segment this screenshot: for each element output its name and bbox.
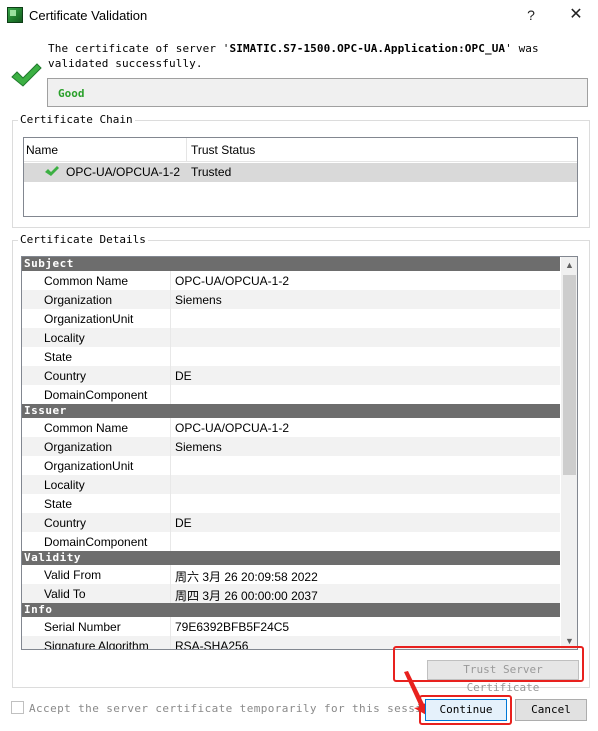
column-divider [170,271,171,290]
column-divider [170,494,171,513]
detail-key: Common Name [44,421,129,435]
check-icon [45,166,59,176]
column-divider[interactable] [186,138,187,162]
detail-row[interactable]: OrganizationUnit [22,456,560,475]
detail-row[interactable]: Country DE [22,513,560,532]
title-bar: Certificate Validation ? ✕ [0,0,598,32]
highlight-box-continue [419,695,512,725]
column-divider [170,418,171,437]
detail-key: Common Name [44,274,129,288]
detail-key: State [44,350,73,364]
detail-key: Serial Number [44,620,121,634]
result-text: Good [58,87,85,100]
detail-key: DomainComponent [44,388,148,402]
detail-key: DomainComponent [44,535,148,549]
window-title: Certificate Validation [29,8,148,23]
detail-key: Signature Algorithm [44,639,149,650]
detail-row[interactable]: DomainComponent [22,385,560,404]
column-name[interactable]: Name [26,143,58,157]
section-info: Info [22,603,560,617]
detail-value: Siemens [175,440,222,454]
detail-value: 79E6392BFB5F24C5 [175,620,290,634]
validated-check-icon [11,63,42,87]
column-divider [170,366,171,385]
detail-key: OrganizationUnit [44,459,134,473]
cancel-button[interactable]: Cancel [515,699,587,721]
detail-key: Country [44,369,87,383]
detail-row[interactable]: Locality [22,475,560,494]
column-divider [170,328,171,347]
detail-value: RSA-SHA256 [175,639,249,650]
detail-key: Locality [44,478,85,492]
message-prefix: The certificate of server ' [48,42,230,55]
detail-row[interactable]: Country DE [22,366,560,385]
scroll-up-icon[interactable]: ▲ [561,257,577,273]
detail-row[interactable]: OrganizationUnit [22,309,560,328]
close-button[interactable]: ✕ [562,4,590,26]
app-icon [7,7,23,23]
detail-key: Country [44,516,87,530]
column-divider [170,532,171,551]
chain-row-name: OPC-UA/OPCUA-1-2 [66,165,181,179]
detail-value: 周四 3月 26 00:00:00 2037 [175,589,318,603]
chain-table[interactable]: Name Trust Status OPC-UA/OPCUA-1-2 Trust… [23,137,578,217]
detail-key: Locality [44,331,85,345]
details-list[interactable]: Subject Common Name OPC-UA/OPCUA-1-2 Orga… [21,256,578,650]
column-divider [170,347,171,366]
detail-key: State [44,497,73,511]
column-divider [170,437,171,456]
detail-key: Valid To [44,587,86,601]
detail-row[interactable]: Valid From 周六 3月 26 20:09:58 2022 [22,565,560,584]
detail-value: DE [175,516,192,530]
chain-row[interactable]: OPC-UA/OPCUA-1-2 Trusted [24,163,577,182]
section-validity: Validity [22,551,560,565]
detail-row[interactable]: Locality [22,328,560,347]
help-button[interactable]: ? [517,4,545,26]
scroll-thumb[interactable] [563,275,576,475]
detail-value: DE [175,369,192,383]
detail-value: Siemens [175,293,222,307]
section-subject: Subject [22,257,560,271]
details-group-label: Certificate Details [18,233,148,246]
column-divider [170,290,171,309]
detail-key: OrganizationUnit [44,312,134,326]
detail-row[interactable]: DomainComponent [22,532,560,551]
detail-value: 周六 3月 26 20:09:58 2022 [175,570,318,584]
column-divider [170,584,171,603]
column-divider [170,456,171,475]
accept-temporarily-label: Accept the server certificate temporaril… [29,702,437,715]
detail-row[interactable]: Common Name OPC-UA/OPCUA-1-2 [22,271,560,290]
detail-value: OPC-UA/OPCUA-1-2 [175,274,290,288]
column-divider [170,565,171,584]
detail-row[interactable]: Common Name OPC-UA/OPCUA-1-2 [22,418,560,437]
detail-row[interactable]: State [22,494,560,513]
chain-table-header: Name Trust Status [24,138,577,162]
server-name: SIMATIC.S7-1500.OPC-UA.Application:OPC_U… [229,42,506,55]
detail-row[interactable]: Organization Siemens [22,290,560,309]
column-divider [170,475,171,494]
column-divider [170,513,171,532]
detail-row[interactable]: Organization Siemens [22,437,560,456]
column-divider [170,636,171,649]
detail-key: Organization [44,440,113,454]
detail-key: Valid From [44,568,102,582]
detail-key: Organization [44,293,113,307]
detail-value: OPC-UA/OPCUA-1-2 [175,421,290,435]
accept-temporarily-checkbox[interactable] [11,701,24,714]
section-issuer: Issuer [22,404,560,418]
detail-row[interactable]: Serial Number 79E6392BFB5F24C5 [22,617,560,636]
details-scrollbar[interactable]: ▲ ▼ [561,257,577,649]
detail-row[interactable]: State [22,347,560,366]
chain-group-label: Certificate Chain [18,113,135,126]
validation-message: The certificate of server 'SIMATIC.S7-15… [48,41,593,71]
column-trust-status[interactable]: Trust Status [191,143,255,157]
chain-row-status: Trusted [191,165,232,179]
detail-row[interactable]: Valid To 周四 3月 26 00:00:00 2037 [22,584,560,603]
result-box: Good [47,78,588,107]
column-divider [170,385,171,404]
column-divider [170,617,171,636]
column-divider [170,309,171,328]
